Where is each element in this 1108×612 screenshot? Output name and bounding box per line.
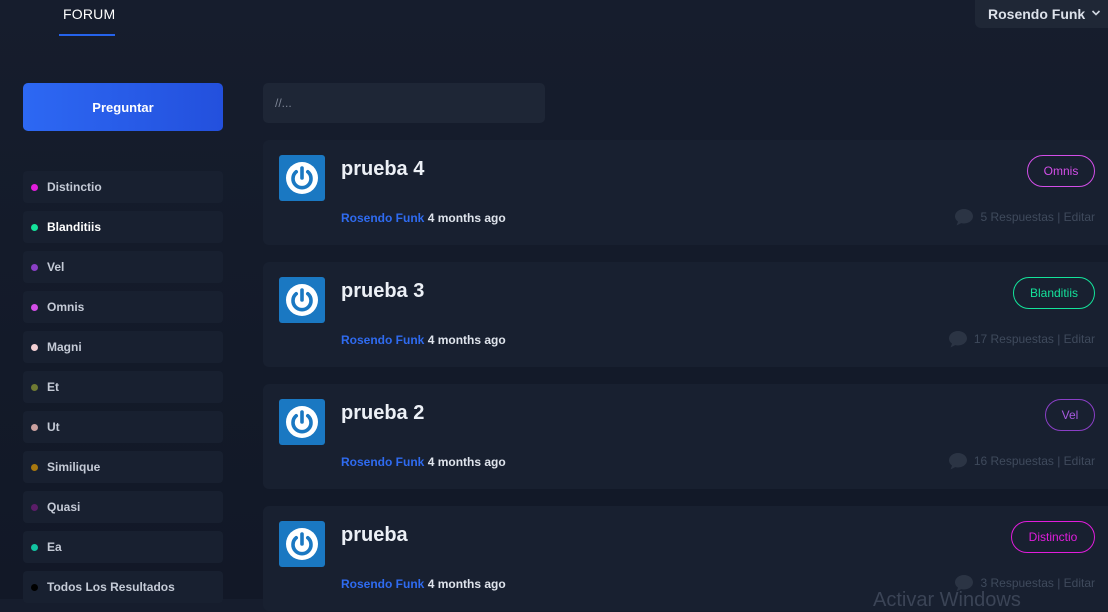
category-label: Distinctio <box>47 180 102 194</box>
thread-title[interactable]: prueba <box>341 524 408 547</box>
thread-time: 4 months ago <box>427 333 506 347</box>
thread-author-link[interactable]: Rosendo Funk <box>341 577 424 591</box>
thread-stats-text: 5 Respuestas | Editar <box>980 210 1095 224</box>
thread-time: 4 months ago <box>427 577 506 591</box>
thread-card[interactable]: prueba 4 Rosendo Funk 4 months ago Omnis… <box>263 140 1108 245</box>
category-dot <box>31 263 38 271</box>
thread-title[interactable]: prueba 4 <box>341 158 424 181</box>
windows-activation-watermark: Activar Windows <box>873 589 1021 611</box>
sidebar-item-blanditiis[interactable]: Blanditiis <box>23 211 223 243</box>
sidebar-item-omnis[interactable]: Omnis <box>23 291 223 323</box>
category-list: Distinctio Blanditiis Vel Omnis Magni Et… <box>23 171 223 611</box>
tab-forum[interactable]: FORUM <box>59 0 115 36</box>
thread-author-link[interactable]: Rosendo Funk <box>341 333 424 347</box>
thread-meta: Rosendo Funk 4 months ago <box>341 455 506 469</box>
category-dot <box>31 583 38 591</box>
sidebar-item-et[interactable]: Et <box>23 371 223 403</box>
comment-icon <box>948 453 967 470</box>
category-dot <box>31 463 38 471</box>
thread-tag[interactable]: Blanditiis <box>1013 277 1095 309</box>
category-dot <box>31 543 38 551</box>
category-label: Vel <box>47 260 65 274</box>
thread-stats: 17 Respuestas | Editar <box>948 330 1095 348</box>
user-name: Rosendo Funk <box>988 6 1086 22</box>
avatar <box>279 521 325 567</box>
sidebar-item-ea[interactable]: Ea <box>23 531 223 563</box>
category-dot <box>31 343 38 351</box>
thread-stats-text: 16 Respuestas | Editar <box>973 454 1095 468</box>
power-icon <box>286 528 318 560</box>
category-label: Ut <box>47 420 60 434</box>
category-label: Magni <box>47 340 82 354</box>
thread-tag[interactable]: Vel <box>1045 399 1095 431</box>
sidebar-item-distinctio[interactable]: Distinctio <box>23 171 223 203</box>
category-dot <box>31 383 38 391</box>
sidebar-item-todos-los-resultados[interactable]: Todos Los Resultados <box>23 571 223 603</box>
tab-forum-label: FORUM <box>63 6 116 22</box>
thread-tag[interactable]: Distinctio <box>1011 521 1095 553</box>
thread-time: 4 months ago <box>427 455 506 469</box>
thread-title[interactable]: prueba 3 <box>341 280 424 303</box>
avatar <box>279 277 325 323</box>
thread-time: 4 months ago <box>427 211 506 225</box>
category-label: Quasi <box>47 500 81 514</box>
avatar <box>279 399 325 445</box>
thread-author-link[interactable]: Rosendo Funk <box>341 455 424 469</box>
sidebar-item-similique[interactable]: Similique <box>23 451 223 483</box>
thread-title[interactable]: prueba 2 <box>341 402 424 425</box>
comment-icon <box>948 331 967 348</box>
power-icon <box>286 284 318 316</box>
sidebar-item-vel[interactable]: Vel <box>23 251 223 283</box>
category-label: Omnis <box>47 300 85 314</box>
user-menu[interactable]: Rosendo Funk <box>975 0 1108 28</box>
thread-card[interactable]: prueba 3 Rosendo Funk 4 months ago Bland… <box>263 262 1108 367</box>
comment-icon <box>955 209 974 226</box>
thread-meta: Rosendo Funk 4 months ago <box>341 211 506 225</box>
category-label: Et <box>47 380 59 394</box>
tab-active-underline <box>59 34 115 36</box>
category-dot <box>31 183 38 191</box>
sidebar-item-magni[interactable]: Magni <box>23 331 223 363</box>
power-icon <box>286 406 318 438</box>
ask-button[interactable]: Preguntar <box>23 83 223 131</box>
thread-stats: 16 Respuestas | Editar <box>948 452 1095 470</box>
category-dot <box>31 423 38 431</box>
thread-card[interactable]: prueba 2 Rosendo Funk 4 months ago Vel 1… <box>263 384 1108 489</box>
category-label: Todos Los Resultados <box>47 580 175 594</box>
category-label: Ea <box>47 540 62 554</box>
search-input[interactable] <box>263 83 545 123</box>
thread-stats-text: 17 Respuestas | Editar <box>973 332 1095 346</box>
sidebar-item-quasi[interactable]: Quasi <box>23 491 223 523</box>
power-icon <box>286 162 318 194</box>
category-dot <box>31 303 38 311</box>
chevron-down-icon <box>1091 5 1101 23</box>
thread-author-link[interactable]: Rosendo Funk <box>341 211 424 225</box>
category-dot <box>31 503 38 511</box>
thread-stats-text: 3 Respuestas | Editar <box>980 576 1095 590</box>
category-dot <box>31 223 38 231</box>
category-label: Similique <box>47 460 101 474</box>
thread-tag[interactable]: Omnis <box>1027 155 1095 187</box>
sidebar-item-ut[interactable]: Ut <box>23 411 223 443</box>
thread-meta: Rosendo Funk 4 months ago <box>341 577 506 591</box>
category-label: Blanditiis <box>47 220 102 234</box>
avatar <box>279 155 325 201</box>
thread-meta: Rosendo Funk 4 months ago <box>341 333 506 347</box>
thread-stats: 5 Respuestas | Editar <box>954 208 1095 226</box>
